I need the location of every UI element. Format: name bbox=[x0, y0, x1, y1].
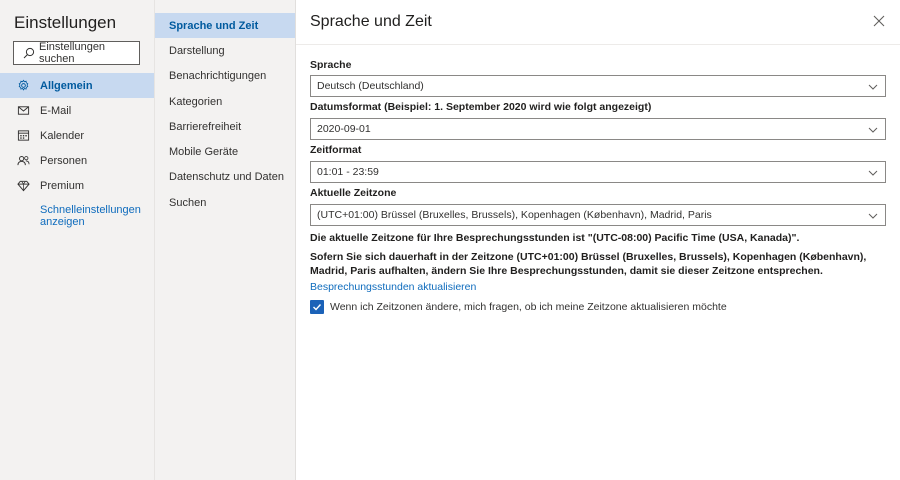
language-dropdown[interactable]: Deutsch (Deutschland) bbox=[310, 75, 886, 97]
time-format-value: 01:01 - 23:59 bbox=[317, 166, 379, 178]
nav-item-email[interactable]: E-Mail bbox=[0, 98, 154, 123]
update-meeting-hours-link[interactable]: Besprechungsstunden aktualisieren bbox=[310, 281, 476, 293]
search-icon bbox=[23, 47, 35, 59]
timezone-value: (UTC+01:00) Brüssel (Bruxelles, Brussels… bbox=[317, 209, 712, 221]
chevron-down-icon bbox=[868, 213, 878, 219]
settings-sidebar: Einstellungen Einstellungen suchen Allge… bbox=[0, 0, 154, 480]
subnav-item-darstellung[interactable]: Darstellung bbox=[155, 38, 295, 63]
ask-timezone-checkbox[interactable] bbox=[310, 300, 324, 314]
subnav-item-suchen[interactable]: Suchen bbox=[155, 190, 295, 215]
nav-item-label: Allgemein bbox=[40, 79, 93, 92]
date-format-label: Datumsformat (Beispiel: 1. September 202… bbox=[310, 101, 652, 113]
subnav-item-mobile-geraete[interactable]: Mobile Geräte bbox=[155, 139, 295, 164]
ask-timezone-label: Wenn ich Zeitzonen ändere, mich fragen, … bbox=[330, 301, 727, 313]
people-icon bbox=[17, 156, 30, 166]
nav-item-premium[interactable]: Premium bbox=[0, 173, 154, 198]
search-placeholder: Einstellungen suchen bbox=[39, 41, 106, 65]
gear-icon bbox=[18, 79, 29, 91]
panel-title: Sprache und Zeit bbox=[310, 13, 432, 30]
nav-item-label: Kalender bbox=[40, 129, 85, 142]
subnav-item-sprache-und-zeit[interactable]: Sprache und Zeit bbox=[155, 13, 295, 39]
time-format-label: Zeitformat bbox=[310, 144, 362, 156]
nav-item-label: Personen bbox=[40, 154, 88, 167]
nav-item-label: E-Mail bbox=[40, 104, 72, 117]
header-divider bbox=[296, 44, 900, 45]
nav-item-label: Premium bbox=[40, 179, 85, 192]
subnav-item-kategorien[interactable]: Kategorien bbox=[155, 89, 295, 114]
main-nav: Allgemein E-Mail Kalender Personen Premi… bbox=[0, 73, 154, 198]
nav-item-personen[interactable]: Personen bbox=[0, 148, 154, 173]
settings-subnav: Sprache und Zeit Darstellung Benachricht… bbox=[154, 0, 295, 480]
subnav-item-barrierefreiheit[interactable]: Barrierefreiheit bbox=[155, 114, 295, 139]
nav-item-kalender[interactable]: Kalender bbox=[0, 123, 154, 148]
settings-title: Einstellungen bbox=[14, 13, 117, 32]
subnav-item-benachrichtigungen[interactable]: Benachrichtigungen bbox=[155, 64, 295, 89]
close-icon[interactable] bbox=[871, 13, 887, 29]
timezone-label: Aktuelle Zeitzone bbox=[310, 187, 397, 199]
ask-timezone-checkbox-row[interactable]: Wenn ich Zeitzonen ändere, mich fragen, … bbox=[310, 300, 727, 314]
quick-settings-link[interactable]: Schnelleinstellungen anzeigen bbox=[40, 204, 150, 228]
date-format-value: 2020-09-01 bbox=[317, 123, 371, 135]
checkmark-icon bbox=[313, 304, 322, 311]
language-value: Deutsch (Deutschland) bbox=[317, 80, 424, 92]
language-label: Sprache bbox=[310, 59, 352, 71]
meeting-hours-hint: Sofern Sie sich dauerhaft in der Zeitzon… bbox=[310, 251, 867, 277]
chevron-down-icon bbox=[868, 127, 878, 133]
chevron-down-icon bbox=[868, 84, 878, 90]
mail-icon bbox=[17, 106, 30, 115]
nav-item-allgemein[interactable]: Allgemein bbox=[0, 73, 154, 98]
diamond-icon bbox=[17, 180, 30, 192]
meeting-hours-info: Die aktuelle Zeitzone für Ihre Besprechu… bbox=[310, 232, 800, 244]
timezone-dropdown[interactable]: (UTC+01:00) Brüssel (Bruxelles, Brussels… bbox=[310, 204, 886, 226]
time-format-dropdown[interactable]: 01:01 - 23:59 bbox=[310, 161, 886, 183]
settings-search-input[interactable]: Einstellungen suchen bbox=[13, 41, 140, 65]
settings-panel: Sprache und Zeit Sprache Deutsch (Deutsc… bbox=[295, 0, 900, 480]
subnav-item-datenschutz[interactable]: Datenschutz und Daten bbox=[155, 165, 295, 190]
calendar-icon bbox=[17, 130, 30, 141]
date-format-dropdown[interactable]: 2020-09-01 bbox=[310, 118, 886, 140]
chevron-down-icon bbox=[868, 170, 878, 176]
